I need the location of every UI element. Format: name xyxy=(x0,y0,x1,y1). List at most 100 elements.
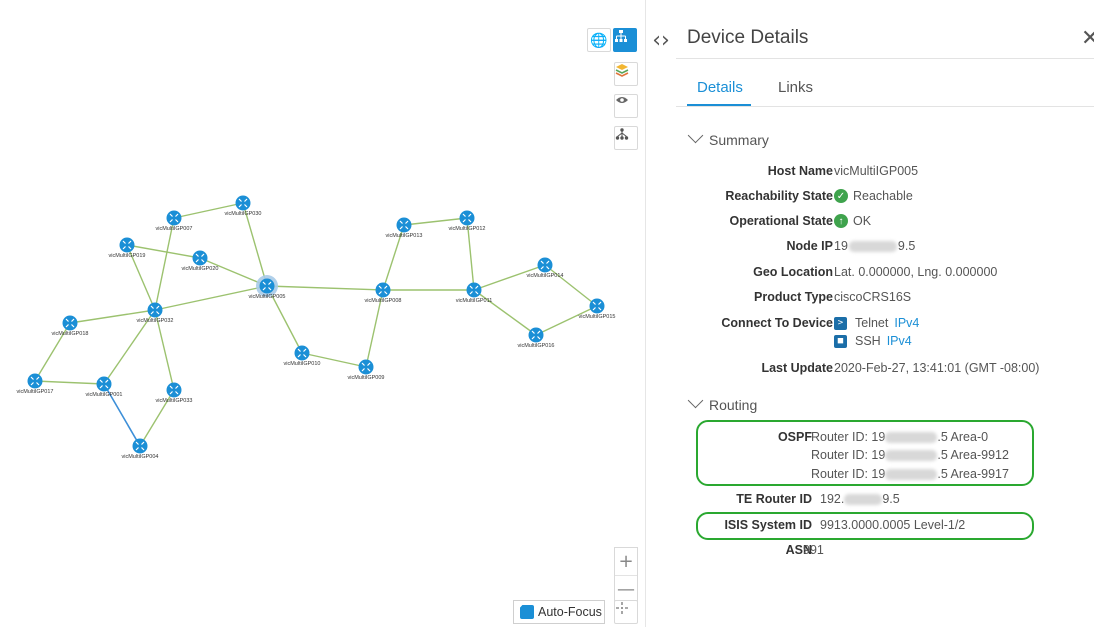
checkbox-checked-icon[interactable] xyxy=(514,602,534,619)
node-label: vicMultiIGP015 xyxy=(579,314,616,320)
topology-link[interactable] xyxy=(403,217,468,226)
router-node-n032[interactable]: vicMultiIGP032 xyxy=(137,302,174,325)
isis-label: ISIS System ID xyxy=(724,518,812,532)
host-name-value: vicMultiIGP005 xyxy=(834,164,919,178)
router-icon[interactable] xyxy=(119,237,135,253)
telnet-ipv4-link[interactable]: IPv4 xyxy=(894,316,919,330)
redacted-ip xyxy=(885,431,938,443)
visibility-button[interactable] xyxy=(614,94,638,118)
ospf-entry-suffix: .5 Area-9917 xyxy=(937,467,1009,481)
router-icon[interactable] xyxy=(192,250,208,266)
zoom-out-button[interactable]: — xyxy=(615,575,637,603)
layout-button[interactable] xyxy=(614,126,638,150)
node-ip-label: Node IP xyxy=(786,239,833,253)
ospf-row: OSPF Router ID: 19 .5 Area-0 xyxy=(676,430,1094,450)
router-node-n016[interactable]: vicMultiIGP016 xyxy=(518,327,555,350)
router-node-n020[interactable]: vicMultiIGP020 xyxy=(182,250,219,273)
router-icon[interactable] xyxy=(589,298,605,314)
node-label: vicMultiIGP009 xyxy=(348,375,385,381)
router-node-n012[interactable]: vicMultiIGP012 xyxy=(449,210,486,233)
ssh-label: SSH xyxy=(855,334,881,348)
ssh-row: ■ SSH IPv4 xyxy=(676,334,1094,354)
close-icon[interactable]: ✕ xyxy=(1081,26,1094,51)
router-icon[interactable] xyxy=(132,438,148,454)
zoom-in-button[interactable]: + xyxy=(615,548,637,575)
last-update-row: Last Update 2020-Feb-27, 13:41:01 (GMT -… xyxy=(676,361,1094,381)
operational-state-row: Operational State ↑ OK xyxy=(676,214,1094,234)
collapse-panel-button[interactable]: ‹› xyxy=(646,20,676,60)
router-icon[interactable] xyxy=(27,373,43,389)
router-node-n017[interactable]: vicMultiIGP017 xyxy=(17,373,54,396)
topology-link[interactable] xyxy=(544,264,598,307)
router-node-n005[interactable]: vicMultiIGP005 xyxy=(249,275,286,300)
router-icon[interactable] xyxy=(62,315,78,331)
topology-graph[interactable]: vicMultiIGP007 vicMultiIGP030 vicMultiIGP0… xyxy=(0,0,645,627)
node-label: vicMultiIGP032 xyxy=(137,318,174,324)
router-node-n018[interactable]: vicMultiIGP018 xyxy=(52,315,89,338)
router-icon[interactable] xyxy=(375,282,391,298)
ospf-row-2: Router ID: 19 .5 Area-9912 xyxy=(676,448,1094,468)
summary-heading: Summary xyxy=(709,132,769,148)
router-node-n019[interactable]: vicMultiIGP019 xyxy=(109,237,146,260)
product-type-value: ciscoCRS16S xyxy=(834,290,912,304)
summary-section-toggle[interactable]: Summary xyxy=(687,127,769,148)
layers-button[interactable] xyxy=(614,62,638,86)
node-label: vicMultiIGP014 xyxy=(527,273,564,279)
topology-link[interactable] xyxy=(266,285,384,291)
router-icon[interactable] xyxy=(294,345,310,361)
router-node-n014[interactable]: vicMultiIGP014 xyxy=(527,257,564,280)
router-node-n007[interactable]: vicMultiIGP007 xyxy=(156,210,193,233)
ospf-label: OSPF xyxy=(777,430,812,444)
node-label: vicMultiIGP017 xyxy=(17,389,54,395)
router-node-n004[interactable]: vicMultiIGP004 xyxy=(122,438,159,461)
te-router-row: TE Router ID 192. 9.5 xyxy=(676,492,1094,512)
router-icon[interactable] xyxy=(166,382,182,398)
router-node-n001[interactable]: vicMultiIGP001 xyxy=(86,376,123,399)
hierarchy-icon xyxy=(615,128,629,140)
panel-divider xyxy=(645,0,646,627)
terminal-icon: > xyxy=(834,316,847,330)
router-icon[interactable] xyxy=(528,327,544,343)
topology-link[interactable] xyxy=(473,289,537,336)
topology-link[interactable] xyxy=(34,380,105,385)
node-label: vicMultiIGP013 xyxy=(386,233,423,239)
router-node-n013[interactable]: vicMultiIGP013 xyxy=(386,217,423,240)
layers-icon xyxy=(615,64,629,77)
routing-section-toggle[interactable]: Routing xyxy=(687,392,757,413)
reachability-value: Reachable xyxy=(853,189,913,203)
router-node-n008[interactable]: vicMultiIGP008 xyxy=(365,282,402,305)
ospf-entry-suffix: .5 Area-0 xyxy=(937,430,989,444)
node-label: vicMultiIGP010 xyxy=(284,361,321,367)
router-node-n033[interactable]: vicMultiIGP033 xyxy=(156,382,193,405)
last-update-label: Last Update xyxy=(761,361,833,375)
router-icon[interactable] xyxy=(166,210,182,226)
topology-map[interactable]: vicMultiIGP007 vicMultiIGP030 vicMultiIGP0… xyxy=(0,0,645,627)
host-name-row: Host Name vicMultiIGP005 xyxy=(676,164,1094,184)
router-icon[interactable] xyxy=(147,302,163,318)
router-icon[interactable] xyxy=(466,282,482,298)
redacted-ip xyxy=(848,240,897,252)
router-node-n015[interactable]: vicMultiIGP015 xyxy=(579,298,616,321)
router-icon[interactable] xyxy=(459,210,475,226)
auto-focus-toggle[interactable]: Auto-Focus xyxy=(513,600,605,624)
topology-view-button[interactable] xyxy=(613,28,637,52)
router-icon[interactable] xyxy=(537,257,553,273)
geo-location-value: Lat. 0.000000, Lng. 0.000000 xyxy=(834,265,998,279)
router-icon[interactable] xyxy=(235,195,251,211)
node-label: vicMultiIGP001 xyxy=(86,392,123,398)
topology-link[interactable] xyxy=(535,305,598,336)
router-icon[interactable] xyxy=(259,278,275,294)
router-icon[interactable] xyxy=(358,359,374,375)
router-node-n009[interactable]: vicMultiIGP009 xyxy=(348,359,385,382)
reachability-row: Reachability State ✓ Reachable xyxy=(676,189,1094,209)
router-icon[interactable] xyxy=(96,376,112,392)
node-label: vicMultiIGP011 xyxy=(456,298,493,304)
tab-links[interactable]: Links xyxy=(778,79,813,96)
ssh-ipv4-link[interactable]: IPv4 xyxy=(887,334,912,348)
globe-view-button[interactable]: 🌐 xyxy=(587,28,611,52)
router-icon[interactable] xyxy=(396,217,412,233)
tab-details[interactable]: Details xyxy=(697,79,743,96)
node-label: vicMultiIGP012 xyxy=(449,226,486,232)
fit-view-button[interactable] xyxy=(614,600,638,624)
fit-view-icon xyxy=(616,602,628,614)
